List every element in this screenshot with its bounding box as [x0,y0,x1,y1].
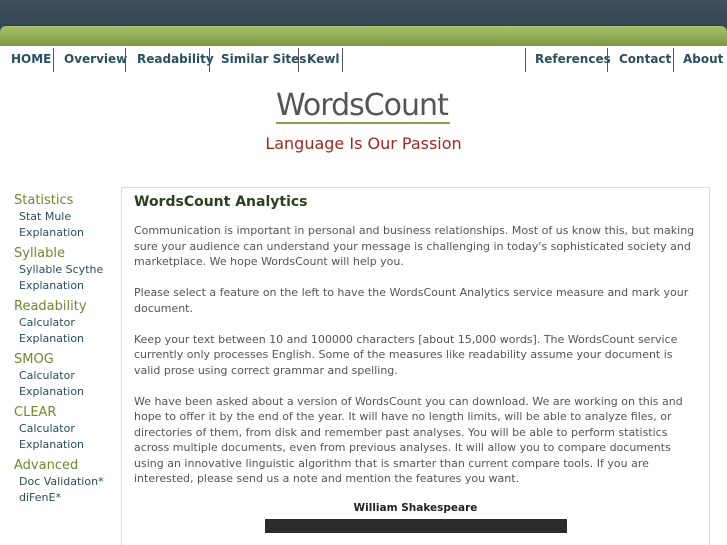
sidebar-link[interactable]: Calculator [14,368,119,384]
intro-paragraph: Communication is important in personal a… [134,224,695,268]
page-title: WordsCount Analytics [134,194,308,210]
sidebar-link[interactable]: Syllable Scythe [14,262,119,278]
nav-kewl[interactable]: Kewl [307,46,339,72]
main-nav: HOME Overview Readability Similar Sites … [0,46,727,74]
sidebar-group-advanced: Advanced Doc Validation* diFenE* [14,458,119,505]
nav-separator [209,48,210,72]
nav-readability[interactable]: Readability [137,46,214,72]
sidebar-heading[interactable]: Readability [14,299,119,315]
sidebar-heading[interactable]: Syllable [14,246,119,262]
sidebar-link[interactable]: Doc Validation* [14,474,119,490]
nav-contact[interactable]: Contact [619,46,671,72]
sidebar-link[interactable]: Explanation [14,278,119,294]
feature-paragraph: Please select a feature on the left to h… [134,286,689,315]
logo-text: WordsCount [276,88,449,123]
download-paragraph: We have been asked about a version of Wo… [134,394,683,486]
sidebar-group-statistics: Statistics Stat Mule Explanation [14,193,119,240]
logo-underline [276,122,450,124]
main-content: WordsCount Analytics Communication is im… [121,187,710,545]
limits-paragraph: Keep your text between 10 and 100000 cha… [134,332,678,377]
nav-home[interactable]: HOME [11,46,51,72]
nav-separator [53,48,54,72]
sidebar-heading[interactable]: Advanced [14,458,119,474]
sidebar-link[interactable]: diFenE* [14,490,119,506]
nav-references[interactable]: References [535,46,611,72]
sidebar-group-readability: Readability Calculator Explanation [14,299,119,346]
sidebar-heading[interactable]: SMOG [14,352,119,368]
nav-overview[interactable]: Overview [64,46,127,72]
sidebar-group-smog: SMOG Calculator Explanation [14,352,119,399]
sidebar-heading[interactable]: Statistics [14,193,119,209]
nav-separator [298,48,299,72]
sidebar-link[interactable]: Explanation [14,225,119,241]
nav-similar-sites[interactable]: Similar Sites [221,46,306,72]
nav-about[interactable]: About [683,46,723,72]
nav-separator [673,48,674,72]
nav-separator [525,48,526,72]
sidebar-heading[interactable]: CLEAR [14,405,119,421]
sidebar: Statistics Stat Mule Explanation Syllabl… [14,193,119,511]
green-banner [0,26,727,46]
sidebar-group-clear: CLEAR Calculator Explanation [14,405,119,452]
nav-separator [125,48,126,72]
quote-title: William Shakespeare [353,502,478,514]
nav-separator [342,48,343,72]
site-logo[interactable]: WordsCount [276,88,456,128]
sidebar-link[interactable]: Calculator [14,315,119,331]
site-tagline: Language Is Our Passion [265,134,462,153]
sidebar-link[interactable]: Explanation [14,437,119,453]
sidebar-link[interactable]: Explanation [14,384,119,400]
quote-image [264,519,567,533]
sidebar-link[interactable]: Calculator [14,421,119,437]
nav-separator [607,48,608,72]
sidebar-group-syllable: Syllable Syllable Scythe Explanation [14,246,119,293]
sidebar-link[interactable]: Explanation [14,331,119,347]
sidebar-link[interactable]: Stat Mule [14,209,119,225]
